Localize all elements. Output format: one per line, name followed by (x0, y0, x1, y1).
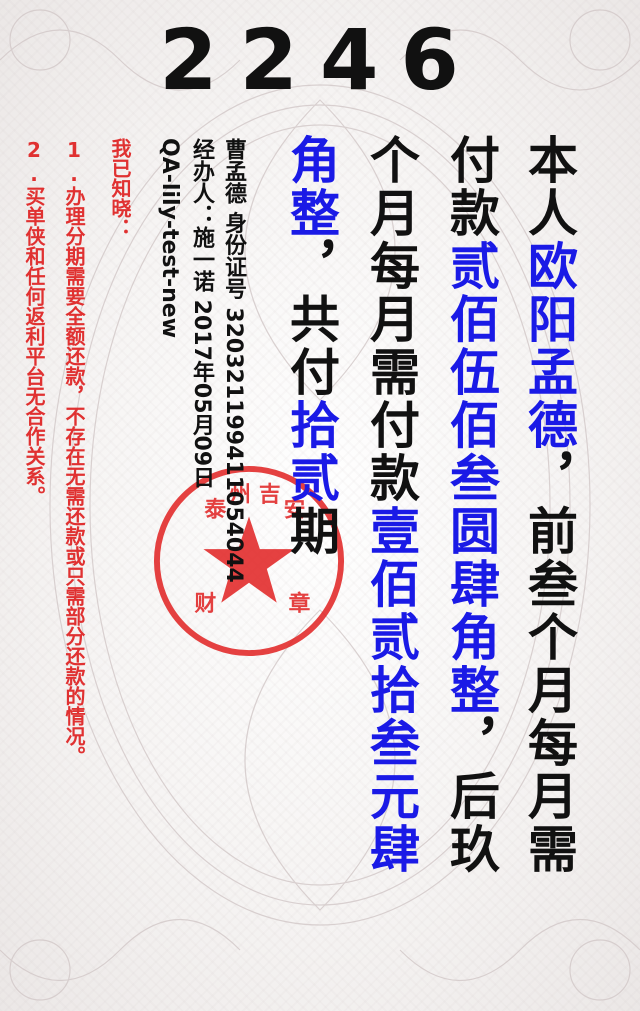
later-period-amount: 壹佰贰拾叁元肆 (362, 505, 420, 876)
seal-text-bottom: 财 (195, 592, 217, 617)
handler-date-line: 经办人：施一诺 2017年05月09日 (189, 138, 214, 489)
statement-column-3: 个月每月需付款壹佰贰拾叁元肆 (362, 134, 420, 876)
payer-name: 欧阳孟德 (520, 240, 578, 452)
notes-title: 我已知晓： (108, 138, 132, 238)
serial-number: 2246 (159, 11, 481, 109)
total-periods: 拾贰 (282, 399, 340, 505)
statement-column-2: 付款贰佰伍佰叁圆肆角整，后玖 (442, 134, 500, 876)
first-period-amount: 贰佰伍佰叁圆肆角整 (442, 240, 500, 717)
statement-column-1: 本人欧阳孟德，前叁个月每月需 (520, 134, 578, 876)
note-item-1: 1.办理分期需要全额还款，不存在无需还款或只需部分还款的情况。 (62, 138, 86, 766)
note-item-2: 2.买单侠和任何返利平台无合作关系。 (22, 138, 46, 506)
svg-text:章: 章 (289, 591, 311, 617)
id-number-line: 曹孟德 身份证号 320321199411054044 (221, 138, 246, 583)
svg-text:吉: 吉 (259, 483, 281, 508)
operator-line: QA-lily-test-new (157, 138, 182, 339)
statement-column-4: 角整，共付拾贰期 (282, 134, 340, 558)
